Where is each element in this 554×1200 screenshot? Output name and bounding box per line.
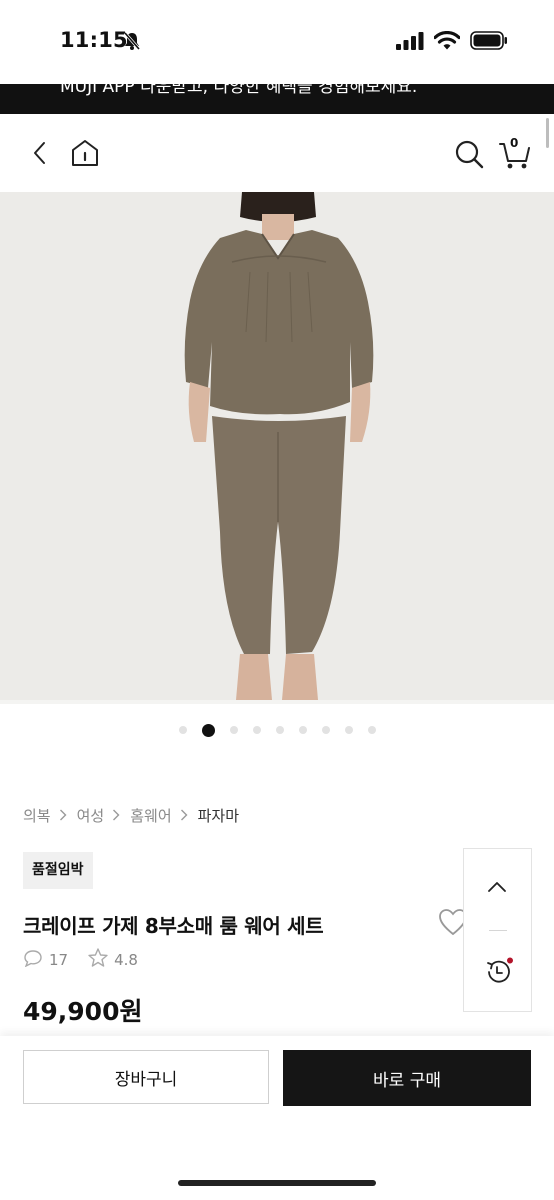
- back-chevron-icon[interactable]: [28, 140, 54, 166]
- status-bar: 11:15: [0, 0, 554, 84]
- breadcrumb-item[interactable]: 의복: [23, 805, 51, 826]
- carousel-pagination[interactable]: [0, 722, 554, 738]
- home-icon[interactable]: [70, 138, 100, 168]
- carousel-dot[interactable]: [367, 726, 376, 734]
- cellular-signal-icon: [396, 31, 424, 54]
- banner-text: MUJI APP 다운받고, 다양한 혜택을 경험해보세요.: [60, 84, 418, 97]
- battery-icon: [470, 31, 508, 54]
- status-right: [396, 30, 508, 54]
- product-image[interactable]: [0, 192, 554, 704]
- wifi-icon: [433, 30, 461, 54]
- carousel-dot[interactable]: [321, 726, 330, 734]
- rating-value: 4.8: [114, 950, 138, 969]
- search-icon[interactable]: [454, 139, 484, 169]
- carousel-dot-active[interactable]: [201, 723, 215, 737]
- scroll-top-chevron-up-icon[interactable]: [486, 879, 508, 899]
- carousel-dot[interactable]: [275, 726, 284, 734]
- chevron-right-icon: [180, 807, 188, 825]
- home-indicator[interactable]: [178, 1180, 376, 1186]
- product-title: 크레이프 가제 8부소매 룸 웨어 세트: [23, 914, 324, 938]
- status-badge: 품절임박: [23, 852, 93, 889]
- breadcrumb: 의복 여성 홈웨어 파자마: [23, 805, 239, 826]
- nav-header: 0: [0, 114, 554, 192]
- product-price: 49,900원: [23, 997, 143, 1026]
- product-meta: 17 4.8: [23, 948, 138, 971]
- divider: [489, 930, 507, 931]
- cart-icon[interactable]: 0: [498, 136, 532, 170]
- add-to-cart-button[interactable]: 장바구니: [23, 1050, 269, 1104]
- scrollbar[interactable]: [546, 118, 549, 148]
- bottom-action-bar: 장바구니 바로 구매: [0, 1036, 554, 1200]
- star-icon: [88, 948, 114, 971]
- history-clock-icon[interactable]: [483, 957, 513, 991]
- carousel-dot[interactable]: [178, 726, 187, 734]
- review-count[interactable]: 17: [49, 951, 68, 969]
- app-promo-banner[interactable]: MUJI APP 다운받고, 다양한 혜택을 경험해보세요.: [0, 84, 554, 114]
- carousel-dot[interactable]: [252, 726, 261, 734]
- status-time: 11:15: [60, 28, 128, 52]
- bell-slash-icon: [122, 31, 142, 55]
- floating-side-widget: [463, 848, 532, 1012]
- breadcrumb-current[interactable]: 파자마: [198, 805, 239, 826]
- breadcrumb-item[interactable]: 여성: [77, 805, 105, 826]
- chevron-right-icon: [59, 807, 67, 825]
- breadcrumb-item[interactable]: 홈웨어: [130, 805, 171, 826]
- comment-icon: [23, 949, 49, 971]
- carousel-dot[interactable]: [344, 726, 353, 734]
- carousel-dot[interactable]: [298, 726, 307, 734]
- cart-count-badge: 0: [510, 136, 519, 150]
- carousel-dot[interactable]: [229, 726, 238, 734]
- buy-now-button[interactable]: 바로 구매: [283, 1050, 531, 1106]
- chevron-right-icon: [112, 807, 120, 825]
